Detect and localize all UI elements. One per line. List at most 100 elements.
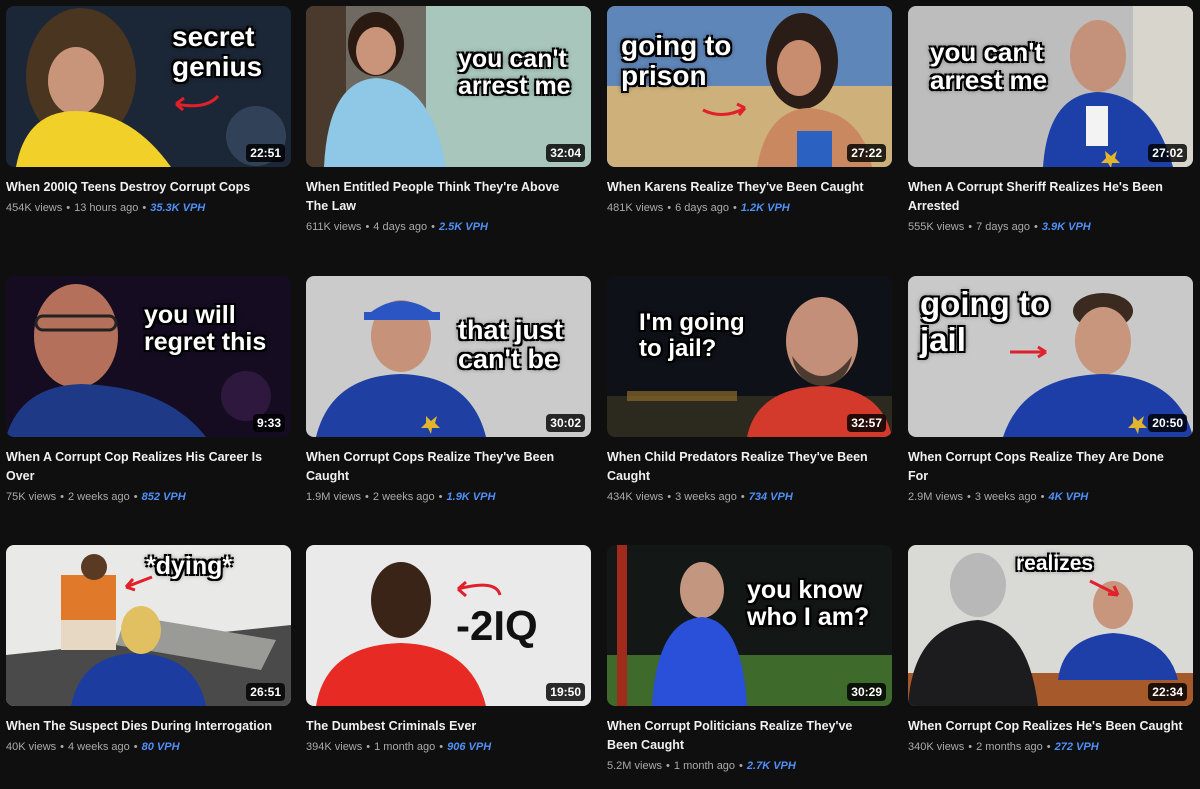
upload-age: 2 months ago [976, 741, 1043, 753]
upload-age: 6 days ago [675, 202, 729, 214]
view-count: 5.2M views [607, 760, 663, 772]
video-title[interactable]: When A Corrupt Cop Realizes His Career I… [6, 448, 291, 486]
video-title[interactable]: When Karens Realize They've Been Caught [607, 178, 892, 197]
video-meta: 394K views • 1 month ago • 906 VPH [306, 741, 492, 753]
video-title[interactable]: When Corrupt Cops Realize They Are Done … [908, 448, 1193, 486]
view-count: 75K views [6, 491, 57, 503]
thumbnail-caption: realizes [1016, 552, 1094, 575]
vph-badge: 852 VPH [141, 491, 186, 503]
video-thumbnail[interactable]: you know who I am? 30:29 [607, 545, 892, 706]
view-count: 481K views [607, 202, 664, 214]
video-thumbnail[interactable]: you can't arrest me 32:04 [306, 6, 591, 167]
video-title[interactable]: When A Corrupt Sheriff Realizes He's Bee… [908, 178, 1193, 216]
video-duration: 19:50 [546, 683, 585, 701]
video-card[interactable]: going to prison 27:22 When Karens Realiz… [607, 6, 892, 216]
red-arrow-icon [457, 580, 502, 598]
video-duration: 20:50 [1148, 414, 1187, 432]
video-meta: 481K views • 6 days ago • 1.2K VPH [607, 202, 790, 214]
video-card[interactable]: you will regret this 9:33 When A Corrupt… [6, 276, 291, 505]
video-thumbnail[interactable]: you can't arrest me 27:02 [908, 6, 1193, 167]
vph-badge: 80 VPH [141, 741, 180, 753]
video-meta: 75K views • 2 weeks ago • 852 VPH [6, 491, 186, 503]
vph-badge: 2.5K VPH [438, 221, 488, 233]
video-thumbnail[interactable]: going to prison 27:22 [607, 6, 892, 167]
video-meta: 1.9M views • 2 weeks ago • 1.9K VPH [306, 491, 496, 503]
video-title[interactable]: When Entitled People Think They're Above… [306, 178, 591, 216]
vph-badge: 35.3K VPH [150, 202, 206, 214]
upload-age: 1 month ago [673, 760, 736, 772]
upload-age: 3 weeks ago [974, 491, 1037, 503]
video-title[interactable]: When The Suspect Dies During Interrogati… [6, 717, 291, 736]
video-thumbnail[interactable]: that just can't be 30:02 [306, 276, 591, 437]
upload-age: 4 days ago [373, 221, 428, 233]
video-meta: 2.9M views • 3 weeks ago • 4K VPH [908, 491, 1089, 503]
thumbnail-caption: I'm going to jail? [639, 309, 745, 362]
upload-age: 7 days ago [976, 221, 1030, 233]
video-meta: 40K views • 4 weeks ago • 80 VPH [6, 741, 180, 753]
thumbnail-caption: you will regret this [144, 301, 267, 356]
view-count: 454K views [6, 202, 63, 214]
red-arrow-icon [1089, 579, 1120, 597]
video-card[interactable]: *dying* 26:51 When The Suspect Dies Duri… [6, 545, 291, 755]
video-thumbnail[interactable]: going to jail 20:50 [908, 276, 1193, 437]
thumbnail-caption: that just can't be [458, 315, 563, 375]
vph-badge: 906 VPH [447, 741, 492, 753]
video-duration: 9:33 [252, 414, 285, 432]
upload-age: 2 weeks ago [372, 491, 435, 503]
video-card[interactable]: -2IQ 19:50 The Dumbest Criminals Ever 39… [306, 545, 591, 755]
red-arrow-icon [124, 575, 153, 592]
video-title[interactable]: When Corrupt Cops Realize They've Been C… [306, 448, 591, 486]
upload-age: 3 weeks ago [675, 491, 737, 503]
video-card[interactable]: I'm going to jail? 32:57 When Child Pred… [607, 276, 892, 505]
view-count: 40K views [6, 741, 57, 753]
video-meta: 340K views • 2 months ago • 272 VPH [908, 741, 1099, 753]
video-duration: 30:02 [546, 414, 585, 432]
video-card[interactable]: realizes 22:34 When Corrupt Cop Realizes… [908, 545, 1193, 755]
video-card[interactable]: you can't arrest me 27:02 When A Corrupt… [908, 6, 1193, 235]
vph-badge: 272 VPH [1054, 741, 1099, 753]
thumbnail-caption: you can't arrest me [930, 37, 1048, 96]
thumbnail-caption: *dying* [146, 552, 233, 580]
video-card[interactable]: going to jail 20:50 When Corrupt Cops Re… [908, 276, 1193, 505]
video-card[interactable]: that just can't be 30:02 When Corrupt Co… [306, 276, 591, 505]
view-count: 434K views [607, 491, 664, 503]
red-arrow-icon [702, 102, 747, 116]
thumbnail-caption: going to prison [621, 30, 732, 92]
thumbnail-caption: you can't arrest me [458, 45, 571, 100]
thumbnail-caption: secret genius [172, 21, 263, 83]
thumbnail-caption: -2IQ [456, 602, 538, 649]
thumbnail-image [306, 545, 591, 706]
video-card[interactable]: you can't arrest me 32:04 When Entitled … [306, 6, 591, 235]
video-title[interactable]: When 200IQ Teens Destroy Corrupt Cops [6, 178, 291, 197]
video-card[interactable]: secret genius 22:51 When 200IQ Teens Des… [6, 6, 291, 216]
video-thumbnail[interactable]: secret genius 22:51 [6, 6, 291, 167]
video-title[interactable]: When Corrupt Cop Realizes He's Been Caug… [908, 717, 1193, 736]
view-count: 340K views [908, 741, 965, 753]
thumbnail-caption: you know who I am? [747, 576, 870, 631]
video-title[interactable]: When Corrupt Politicians Realize They've… [607, 717, 892, 755]
view-count: 2.9M views [908, 491, 964, 503]
video-duration: 30:29 [847, 683, 886, 701]
video-meta: 555K views • 7 days ago • 3.9K VPH [908, 221, 1091, 233]
video-thumbnail[interactable]: you will regret this 9:33 [6, 276, 291, 437]
video-title[interactable]: The Dumbest Criminals Ever [306, 717, 591, 736]
video-card[interactable]: you know who I am? 30:29 When Corrupt Po… [607, 545, 892, 774]
video-duration: 22:34 [1148, 683, 1187, 701]
view-count: 394K views [306, 741, 363, 753]
view-count: 555K views [908, 221, 965, 233]
upload-age: 1 month ago [374, 741, 436, 753]
red-arrow-icon [175, 94, 220, 112]
video-thumbnail[interactable]: *dying* 26:51 [6, 545, 291, 706]
video-title[interactable]: When Child Predators Realize They've Bee… [607, 448, 892, 486]
video-thumbnail[interactable]: -2IQ 19:50 [306, 545, 591, 706]
video-meta: 611K views • 4 days ago • 2.5K VPH [306, 221, 488, 233]
video-duration: 32:04 [546, 144, 585, 162]
vph-badge: 4K VPH [1048, 491, 1089, 503]
video-thumbnail[interactable]: realizes 22:34 [908, 545, 1193, 706]
upload-age: 13 hours ago [74, 202, 139, 214]
view-count: 611K views [306, 221, 362, 233]
view-count: 1.9M views [306, 491, 362, 503]
vph-badge: 1.9K VPH [446, 491, 496, 503]
vph-badge: 3.9K VPH [1041, 221, 1091, 233]
video-thumbnail[interactable]: I'm going to jail? 32:57 [607, 276, 892, 437]
